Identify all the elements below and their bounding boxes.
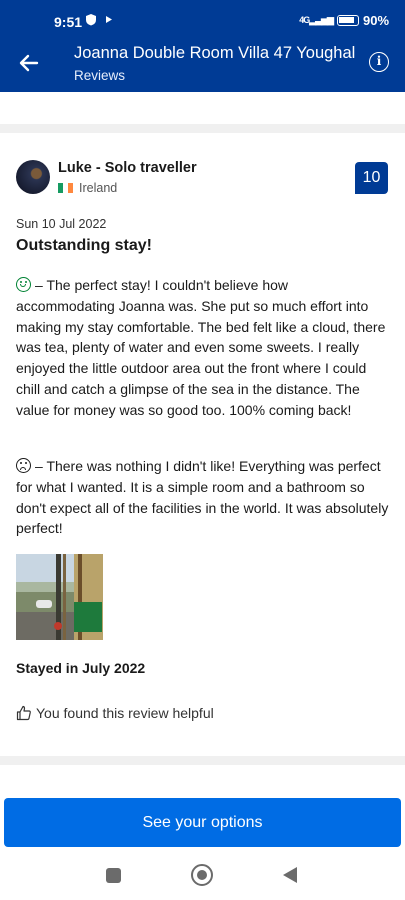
battery-level: 90%	[362, 13, 389, 28]
negative-text: There was nothing I didn't like! Everyth…	[16, 458, 389, 537]
signal-icon: 4G▂▃▅▆	[299, 15, 334, 25]
shield-icon	[86, 14, 112, 26]
avatar	[16, 160, 50, 194]
review-score-badge: 10	[355, 162, 388, 194]
reviewer-country: Ireland	[58, 181, 117, 195]
negative-comment: – There was nothing I didn't like! Every…	[16, 456, 390, 539]
stayed-date: Stayed in July 2022	[16, 660, 146, 676]
review-photo[interactable]	[16, 554, 103, 640]
triangle-back-icon[interactable]	[283, 867, 297, 883]
helpful-feedback[interactable]: You found this review helpful	[16, 705, 214, 721]
battery-icon	[336, 15, 359, 26]
positive-comment: – The perfect stay! I couldn't believe h…	[16, 275, 390, 421]
smile-icon	[16, 277, 31, 292]
see-options-button[interactable]: See your options	[4, 798, 401, 847]
system-nav-bar	[0, 852, 405, 900]
positive-separator: –	[35, 277, 43, 293]
helpful-label: You found this review helpful	[36, 705, 214, 721]
status-bar: 9:51 4G▂▃▅▆ 90%	[0, 0, 405, 42]
country-label: Ireland	[79, 181, 118, 195]
review-date: Sun 10 Jul 2022	[16, 217, 107, 231]
circle-icon[interactable]	[191, 864, 213, 886]
review-title: Outstanding stay!	[16, 237, 153, 254]
arrow-left-icon[interactable]	[16, 50, 42, 76]
app-header: 9:51 4G▂▃▅▆ 90% Joanna Double Room Villa…	[0, 0, 405, 92]
info-icon[interactable]: i	[369, 52, 389, 72]
positive-text: The perfect stay! I couldn't believe how…	[16, 277, 386, 418]
section-divider	[0, 124, 405, 133]
ireland-flag-icon	[58, 183, 73, 193]
page-subtitle: Reviews	[74, 68, 126, 83]
reviewer-name: Luke - Solo traveller	[58, 160, 197, 176]
thumbs-up-icon	[16, 705, 31, 721]
negative-separator: –	[35, 458, 43, 474]
square-icon[interactable]	[106, 868, 121, 883]
page-title: Joanna Double Room Villa 47 Youghal	[74, 44, 356, 62]
status-notification-icons	[86, 13, 116, 29]
section-divider	[0, 756, 405, 765]
status-time: 9:51	[54, 14, 83, 30]
frown-icon	[16, 458, 31, 473]
status-right: 4G▂▃▅▆ 90%	[299, 13, 389, 28]
